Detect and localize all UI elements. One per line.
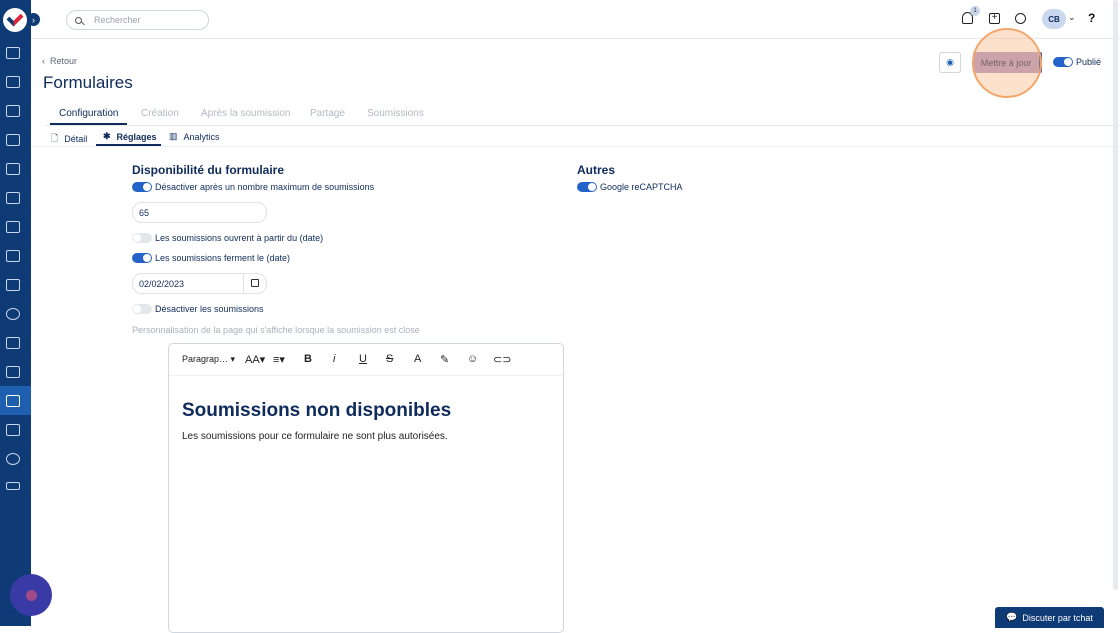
strikethrough-icon[interactable]: S xyxy=(386,353,393,365)
published-toggle[interactable] xyxy=(1053,57,1073,67)
paragraph-select[interactable]: Paragrap… ▾ xyxy=(182,354,235,365)
max-submissions-toggle[interactable] xyxy=(132,182,152,192)
font-size-icon[interactable]: AA▾ xyxy=(245,353,265,366)
underline-icon[interactable]: U xyxy=(359,353,367,365)
close-date-input[interactable]: 02/02/2023 xyxy=(132,273,267,294)
chat-bubble-button[interactable] xyxy=(10,574,52,616)
back-link[interactable]: ‹ Retour xyxy=(42,56,77,66)
mail-icon[interactable] xyxy=(6,134,20,146)
subtab-reglages-label: Réglages xyxy=(116,131,157,142)
tab-creation[interactable]: Création xyxy=(141,108,179,119)
text-color-icon[interactable]: A xyxy=(414,353,421,365)
max-submissions-input[interactable]: 65 xyxy=(132,202,267,223)
lightbulb-icon[interactable] xyxy=(6,453,20,465)
align-icon[interactable]: ≡▾ xyxy=(273,353,285,366)
users-icon[interactable] xyxy=(6,424,20,436)
recaptcha-label: Google reCAPTCHA xyxy=(600,182,683,192)
card-icon[interactable] xyxy=(6,250,20,262)
editor-toolbar: Paragrap… ▾ AA▾ ≡▾ B i U S A ✎ ☺ ⊂⊃ xyxy=(169,344,563,376)
notification-badge: 1 xyxy=(970,6,980,16)
gear-icon: ✱ xyxy=(103,131,111,141)
tab-soumissions[interactable]: Soumissions xyxy=(367,108,424,119)
paragraph-select-label: Paragrap… xyxy=(182,354,229,364)
clock-icon[interactable] xyxy=(1015,13,1026,24)
sidebar-expand-button[interactable]: › xyxy=(27,13,40,26)
folder-icon[interactable] xyxy=(6,337,20,349)
tab-apres-soumission[interactable]: Après la soumission xyxy=(201,108,290,119)
chart-pie-icon[interactable] xyxy=(6,308,20,320)
active-subtab-indicator xyxy=(96,144,161,146)
tab-configuration[interactable]: Configuration xyxy=(59,108,118,119)
active-tab-indicator xyxy=(50,123,127,125)
close-date-toggle[interactable] xyxy=(132,253,152,263)
chat-button-label: Discuter par tchat xyxy=(1022,612,1093,623)
date-divider xyxy=(243,273,244,294)
page-title: Formulaires xyxy=(43,73,133,92)
tools-icon[interactable] xyxy=(6,395,20,407)
sub-tabs: 🗋 Détail ✱ Réglages ▥ Analytics xyxy=(31,126,1120,147)
payment-icon[interactable] xyxy=(6,482,20,490)
max-submissions-label: Désactiver après un nombre maximum de so… xyxy=(155,182,375,192)
calendar-icon[interactable] xyxy=(251,279,259,287)
italic-icon[interactable]: i xyxy=(333,353,335,365)
calendar-icon[interactable] xyxy=(6,105,20,117)
recaptcha-toggle[interactable] xyxy=(577,182,597,192)
subtab-detail-label: Détail xyxy=(64,134,88,144)
topbar: Rechercher xyxy=(31,0,1120,39)
back-label: Retour xyxy=(50,56,78,66)
others-title: Autres xyxy=(577,163,616,177)
app-logo[interactable] xyxy=(3,8,27,32)
eye-icon: ◉ xyxy=(946,57,954,67)
disable-submissions-toggle[interactable] xyxy=(132,304,152,314)
tab-partage[interactable]: Partage xyxy=(310,108,345,119)
link-icon[interactable]: ⊂⊃ xyxy=(493,353,511,366)
open-date-toggle[interactable] xyxy=(132,233,152,243)
help-icon[interactable]: ? xyxy=(1088,11,1095,25)
subtab-reglages[interactable]: ✱ Réglages xyxy=(103,131,157,142)
document-icon: 🗋 xyxy=(51,133,59,143)
bar-chart-icon: ▥ xyxy=(169,131,178,141)
subtab-analytics-label: Analytics xyxy=(183,131,220,142)
bookmark-icon[interactable] xyxy=(6,366,20,378)
subtab-analytics[interactable]: ▥ Analytics xyxy=(169,131,220,142)
custom-page-hint: Personnalisation de la page qui s'affich… xyxy=(132,325,420,335)
rich-text-editor[interactable]: Paragrap… ▾ AA▾ ≡▾ B i U S A ✎ ☺ ⊂⊃ Soum… xyxy=(168,343,564,633)
analytics-icon[interactable] xyxy=(6,76,20,88)
documents-icon[interactable] xyxy=(6,221,20,233)
editor-heading: Soumissions non disponibles xyxy=(182,400,452,421)
bold-icon[interactable]: B xyxy=(304,353,312,365)
open-date-label: Les soumissions ouvrent à partir du (dat… xyxy=(155,233,324,243)
main-tabs: Configuration Création Après la soumissi… xyxy=(45,102,1120,126)
search-icon xyxy=(75,16,82,24)
search-placeholder: Rechercher xyxy=(94,15,141,25)
search-field[interactable]: Rechercher xyxy=(66,10,209,30)
dashboard-icon[interactable] xyxy=(6,47,20,59)
preview-button[interactable]: ◉ xyxy=(939,52,961,73)
chat-button[interactable]: 💬 Discuter par tchat xyxy=(995,607,1104,628)
highlight-icon[interactable]: ✎ xyxy=(440,353,449,366)
chat-icon: 💬 xyxy=(1006,612,1023,622)
subtab-detail[interactable]: 🗋 Détail xyxy=(51,131,87,147)
scrollbar[interactable] xyxy=(1113,0,1118,590)
avatar[interactable]: CB xyxy=(1042,9,1066,29)
sidebar xyxy=(0,0,31,626)
contacts-icon[interactable] xyxy=(6,163,20,175)
briefcase-icon[interactable] xyxy=(6,192,20,204)
add-icon[interactable]: + xyxy=(989,13,1000,24)
published-label: Publié xyxy=(1076,57,1102,67)
availability-title: Disponibilité du formulaire xyxy=(132,163,285,177)
chevron-left-icon: ‹ xyxy=(42,56,50,66)
editor-body: Les soumissions pour ce formulaire ne so… xyxy=(182,431,448,442)
disable-submissions-label: Désactiver les soumissions xyxy=(155,304,264,314)
close-date-label: Les soumissions ferment le (date) xyxy=(155,253,291,263)
emoji-icon[interactable]: ☺ xyxy=(467,353,478,365)
chevron-down-icon[interactable]: ⌄ xyxy=(1068,12,1076,23)
bank-icon[interactable] xyxy=(6,279,20,291)
update-button[interactable]: Mettre à jour xyxy=(973,52,1042,73)
